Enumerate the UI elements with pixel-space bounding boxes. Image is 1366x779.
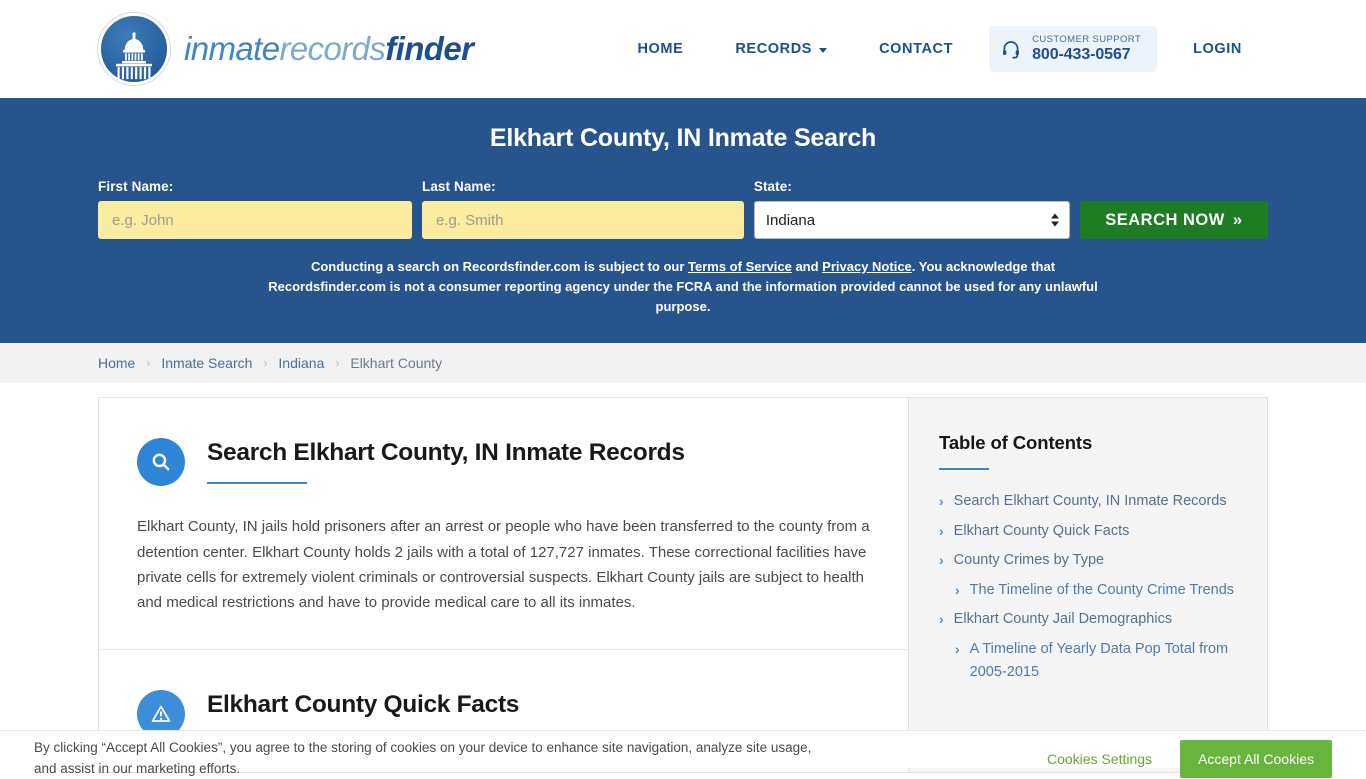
toc-title-underline [939,468,989,470]
toc-link-search-records[interactable]: Search Elkhart County, IN Inmate Records [954,490,1227,513]
chevron-right-icon: › [955,579,960,601]
first-name-input[interactable] [98,201,412,239]
breadcrumb-separator-icon: › [146,356,150,370]
chevron-right-icon: › [939,549,944,571]
search-disclaimer: Conducting a search on Recordsfinder.com… [261,257,1106,317]
toc-link-yearly-pop-total[interactable]: A Timeline of Yearly Data Pop Total from… [970,638,1237,685]
brand-logo[interactable]: inmaterecordsfinder [98,13,473,85]
toc-item-quick-facts[interactable]: › Elkhart County Quick Facts [939,520,1237,543]
section-title: Elkhart County Quick Facts [207,690,519,721]
toc-item-jail-demographics[interactable]: › Elkhart County Jail Demographics [939,608,1237,631]
section-header: Search Elkhart County, IN Inmate Records [137,436,870,486]
search-now-button[interactable]: SEARCH NOW » [1080,201,1268,239]
nav-item-contact[interactable]: CONTACT [853,31,979,67]
state-field-group: State: Indiana [754,179,1070,239]
support-phone: 800-433-0567 [1032,46,1141,64]
brand-part-1: inmate [184,30,279,67]
chevron-down-icon [819,48,827,53]
breadcrumb: Home › Inmate Search › Indiana › Elkhart… [98,355,442,371]
breadcrumb-separator-icon: › [335,356,339,370]
title-underline [207,482,307,484]
brand-part-2: records [279,30,385,67]
toc-item-crime-trends[interactable]: › The Timeline of the County Crime Trend… [939,579,1237,602]
toc-link-county-crimes[interactable]: County Crimes by Type [954,549,1104,572]
nav-label-records: RECORDS [735,41,812,57]
first-name-label: First Name: [98,179,412,194]
capitol-dome-icon [98,13,170,85]
state-select[interactable]: Indiana [754,201,1070,239]
chevron-right-icon: › [955,638,960,660]
breadcrumb-item-indiana[interactable]: Indiana [278,355,324,371]
chevron-right-icon: › [939,608,944,630]
last-name-input[interactable] [422,201,744,239]
accept-all-cookies-button[interactable]: Accept All Cookies [1180,740,1332,778]
support-label: CUSTOMER SUPPORT [1032,34,1141,45]
headset-icon [1001,39,1021,59]
nav-item-login[interactable]: LOGIN [1167,31,1268,67]
page-title: Elkhart County, IN Inmate Search [98,124,1268,153]
terms-of-service-link[interactable]: Terms of Service [688,259,792,274]
toc-link-jail-demographics[interactable]: Elkhart County Jail Demographics [954,608,1172,631]
section-title: Search Elkhart County, IN Inmate Records [207,438,685,469]
state-label: State: [754,179,1070,194]
cookies-settings-button[interactable]: Cookies Settings [1047,751,1152,767]
toc-link-quick-facts[interactable]: Elkhart County Quick Facts [954,520,1130,543]
first-name-field-group: First Name: [98,179,412,239]
breadcrumb-item-home[interactable]: Home [98,355,135,371]
state-select-value: Indiana [766,212,815,229]
nav-label-login: LOGIN [1193,41,1242,57]
cookie-consent-banner: By clicking “Accept All Cookies”, you ag… [0,730,1366,768]
main-navigation: HOME RECORDS CONTACT CUSTOMER SUPPORT 80… [611,26,1268,72]
chevron-right-icon: › [939,490,944,512]
double-chevron-right-icon: » [1233,211,1243,230]
breadcrumb-item-inmate-search[interactable]: Inmate Search [161,355,252,371]
toc-list: › Search Elkhart County, IN Inmate Recor… [939,490,1237,684]
brand-part-3: finder [385,30,473,67]
breadcrumb-bar: Home › Inmate Search › Indiana › Elkhart… [0,343,1366,383]
section-search-records: Search Elkhart County, IN Inmate Records… [99,398,908,649]
nav-label-home: HOME [637,41,683,57]
toc-item-county-crimes[interactable]: › County Crimes by Type [939,549,1237,572]
page-body: Search Elkhart County, IN Inmate Records… [0,383,1366,773]
last-name-label: Last Name: [422,179,744,194]
cookie-banner-actions: Cookies Settings Accept All Cookies [1047,722,1332,778]
nav-item-home[interactable]: HOME [611,31,709,67]
breadcrumb-item-elkhart-county: Elkhart County [350,355,442,371]
search-now-label: SEARCH NOW [1105,211,1225,230]
search-magnifier-icon [137,438,185,486]
customer-support-button[interactable]: CUSTOMER SUPPORT 800-433-0567 [989,26,1157,72]
cookie-banner-text: By clicking “Accept All Cookies”, you ag… [34,720,824,779]
section-title-wrap: Search Elkhart County, IN Inmate Records [207,436,685,484]
disclaimer-part-1: Conducting a search on Recordsfinder.com… [311,259,688,274]
brand-wordmark: inmaterecordsfinder [184,30,473,68]
chevron-right-icon: › [939,520,944,542]
last-name-field-group: Last Name: [422,179,744,239]
site-header: inmaterecordsfinder HOME RECORDS CONTACT… [0,0,1366,98]
nav-item-records[interactable]: RECORDS [709,31,853,67]
privacy-notice-link[interactable]: Privacy Notice [822,259,912,274]
main-content-card: Search Elkhart County, IN Inmate Records… [98,397,908,773]
toc-link-crime-trends[interactable]: The Timeline of the County Crime Trends [970,579,1234,602]
state-select-wrapper: Indiana [754,201,1070,239]
disclaimer-mid: and [792,259,822,274]
hero-search-panel: Elkhart County, IN Inmate Search First N… [0,98,1366,343]
breadcrumb-separator-icon: › [263,356,267,370]
toc-item-yearly-pop-total[interactable]: › A Timeline of Yearly Data Pop Total fr… [939,638,1237,685]
inmate-search-form: First Name: Last Name: State: Indiana SE… [98,179,1268,239]
table-of-contents: Table of Contents › Search Elkhart Count… [908,397,1268,773]
nav-label-contact: CONTACT [879,41,953,57]
section-body-text: Elkhart County, IN jails hold prisoners … [137,514,870,615]
toc-title: Table of Contents [939,432,1237,454]
toc-item-search-records[interactable]: › Search Elkhart County, IN Inmate Recor… [939,490,1237,513]
